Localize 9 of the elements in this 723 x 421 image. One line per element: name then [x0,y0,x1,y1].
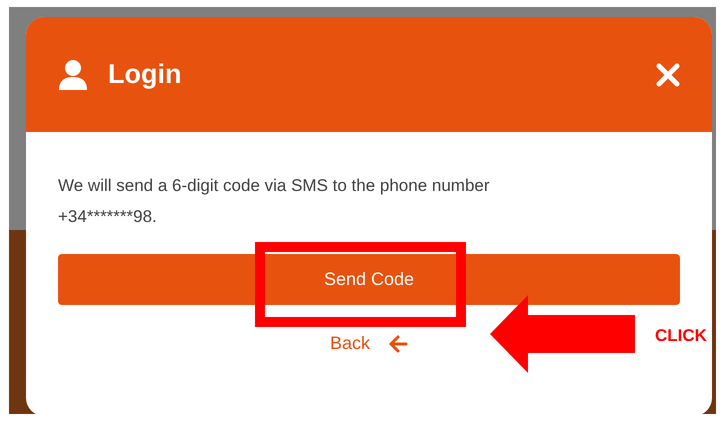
message-text: We will send a 6-digit code via SMS to the phone number +34*******98. [58,175,491,228]
back-link[interactable]: Back [330,333,370,354]
left-arrow-icon [388,334,408,352]
user-icon [58,58,88,90]
send-code-button[interactable]: Send Code [58,254,680,305]
pointer-arrow-icon [490,295,635,373]
click-label: CLICK [655,326,707,346]
dialog-title: Login [108,59,182,90]
close-icon[interactable] [656,62,680,86]
